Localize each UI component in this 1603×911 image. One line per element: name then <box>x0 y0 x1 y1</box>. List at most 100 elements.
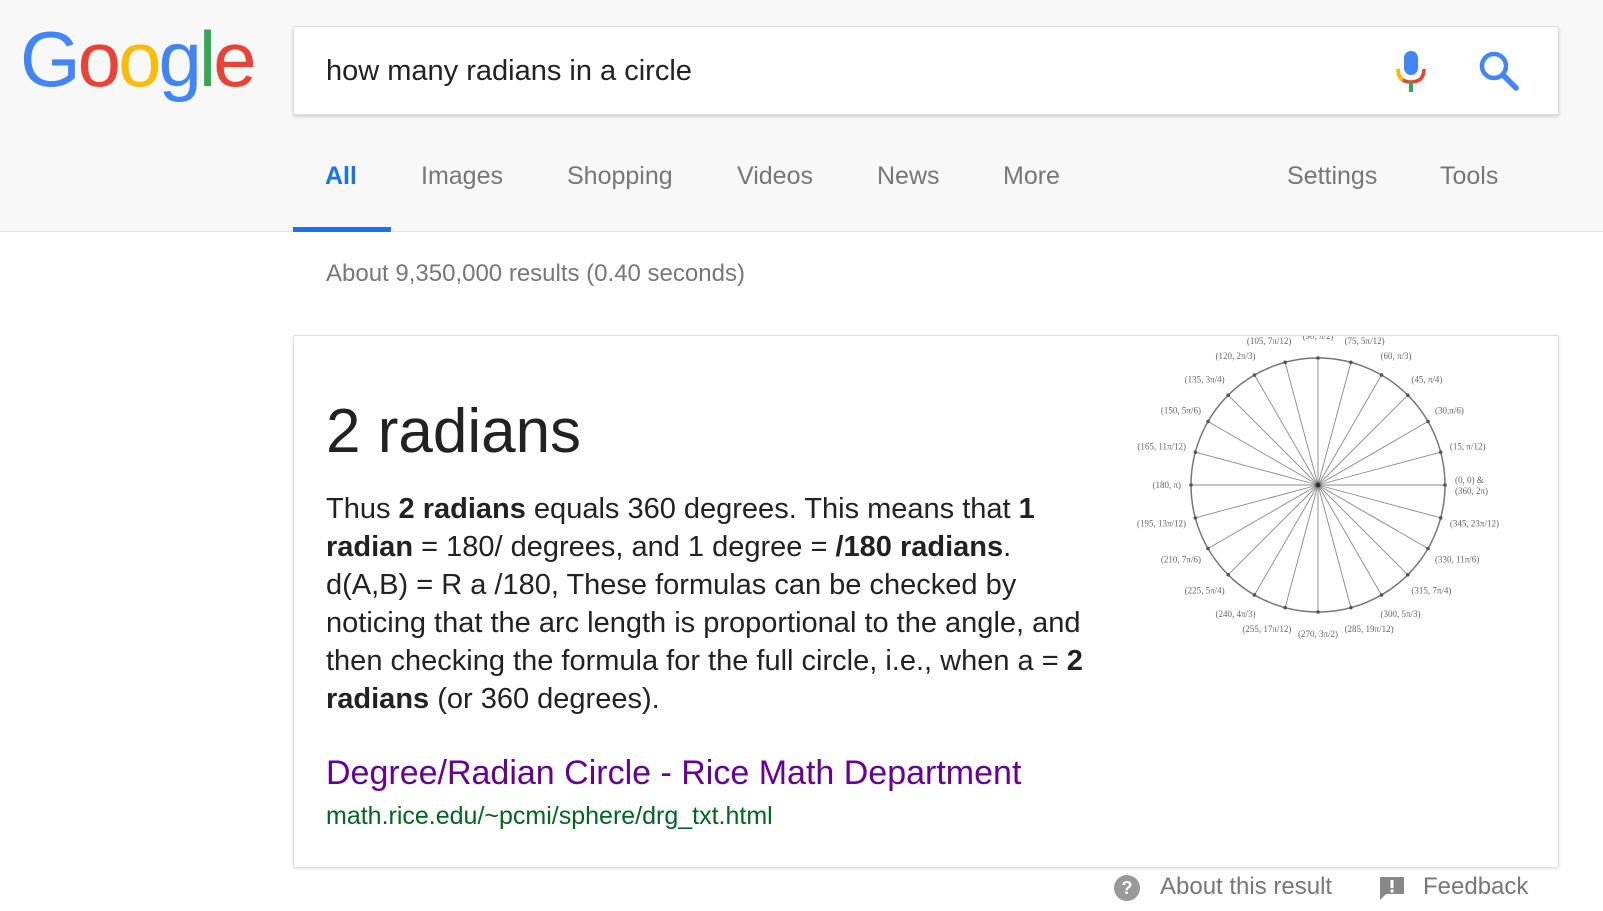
tab-images[interactable]: Images <box>421 160 503 232</box>
angle-label: (0, 0) & <box>1455 475 1484 485</box>
featured-answer: 2 radians <box>326 397 582 466</box>
radius-line <box>1227 484 1319 576</box>
radius-line <box>1207 484 1319 549</box>
result-title-link[interactable]: Degree/Radian Circle - Rice Math Departm… <box>326 754 1021 793</box>
radius-line <box>1317 484 1352 608</box>
circle-point <box>1193 450 1198 454</box>
logo-letter: o <box>77 15 121 103</box>
angle-label: (225, 5π/4) <box>1185 585 1225 595</box>
tab-news[interactable]: News <box>877 160 940 232</box>
circle-point <box>1252 593 1257 597</box>
about-this-result-label: About this result <box>1160 873 1333 900</box>
logo-letter: e <box>213 15 256 103</box>
circle-point <box>1443 483 1447 487</box>
tab-shopping[interactable]: Shopping <box>567 160 673 232</box>
circle-point <box>1193 516 1198 520</box>
angle-label: (195, 13π/12) <box>1137 519 1186 529</box>
search-icon[interactable] <box>1477 49 1521 93</box>
angle-label: (330, 11π/6) <box>1435 555 1479 565</box>
radius-line <box>1317 484 1429 549</box>
snippet-bold-part: 2 radians <box>398 493 526 525</box>
snippet-part: equals 360 degrees. This means that <box>525 493 1019 525</box>
angle-label: (315, 7π/4) <box>1411 585 1451 595</box>
circle-point <box>1316 610 1320 614</box>
tab-videos[interactable]: Videos <box>737 160 813 232</box>
circle-point <box>1283 605 1287 610</box>
snippet-text: Thus 2 radians equals 360 degrees. This … <box>326 490 1091 718</box>
angle-label: (345, 23π/12) <box>1450 519 1499 529</box>
center-point <box>1315 482 1321 488</box>
radius-line <box>1227 394 1319 486</box>
angle-label: (75, 5π/12) <box>1345 336 1385 346</box>
svg-text:?: ? <box>1122 878 1133 898</box>
angle-label: (120, 2π/3) <box>1215 351 1255 361</box>
tab-all[interactable]: All <box>325 160 357 232</box>
result-url: math.rice.edu/~pcmi/sphere/drg_txt.html <box>326 802 773 830</box>
circle-point <box>1349 605 1353 610</box>
snippet-bold-part: /180 radians <box>835 531 1004 563</box>
angle-label: (210, 7π/6) <box>1161 555 1201 565</box>
radius-line <box>1317 451 1441 486</box>
feedback-label: Feedback <box>1423 873 1529 900</box>
tab-more[interactable]: More <box>1003 160 1060 232</box>
logo-letter: l <box>198 15 216 103</box>
mic-icon[interactable] <box>1391 49 1431 95</box>
angle-label: (255, 17π/12) <box>1242 624 1291 634</box>
circle-point <box>1226 573 1230 577</box>
angle-label: (270, 3π/2) <box>1298 629 1338 639</box>
radius-line <box>1317 394 1409 486</box>
circle-point <box>1349 360 1353 365</box>
radius-line <box>1195 484 1319 519</box>
tab-tools[interactable]: Tools <box>1440 160 1498 232</box>
angle-label: (285, 19π/12) <box>1345 624 1394 634</box>
circle-point <box>1226 393 1230 397</box>
radius-line <box>1317 374 1382 486</box>
angle-label: (240, 4π/3) <box>1215 609 1255 619</box>
feedback-icon <box>1380 877 1404 900</box>
angle-label: (150, 5π/6) <box>1161 406 1201 416</box>
angle-label: (15, π/12) <box>1450 441 1486 451</box>
radius-line <box>1317 484 1382 596</box>
angle-label: (135, 3π/4) <box>1185 375 1225 385</box>
circle-point <box>1283 360 1287 365</box>
radius-line <box>1317 484 1441 519</box>
radius-line <box>1195 451 1319 486</box>
featured-snippet-card: 2 radians Thus 2 radians equals 360 degr… <box>293 335 1559 868</box>
logo-letter: G <box>20 15 81 103</box>
circle-point <box>1189 483 1193 487</box>
radius-line <box>1317 421 1429 486</box>
angle-label: (300, 5π/3) <box>1381 609 1421 619</box>
angle-label: (60, π/3) <box>1381 351 1412 361</box>
snippet-part: = 180/ degrees, and 1 degree = <box>413 531 836 563</box>
radius-line <box>1317 484 1409 576</box>
angle-label: (45, π/4) <box>1411 375 1442 385</box>
logo-letter: o <box>118 15 161 103</box>
radian-circle-diagram[interactable]: (0, 0) &(360, 2π) (15, π/12) (30,π/6) (45, … <box>1132 336 1552 656</box>
result-stats: About 9,350,000 results (0.40 seconds) <box>326 260 745 287</box>
search-input[interactable] <box>326 27 1326 116</box>
help-icon: ? <box>1114 875 1140 901</box>
radius-line <box>1317 362 1352 486</box>
circle-point <box>1426 546 1430 551</box>
circle-point <box>1406 573 1410 577</box>
angle-label: (180, π) <box>1152 480 1181 490</box>
snippet-part: (or 360 degrees). <box>429 683 660 715</box>
angle-label: (360, 2π) <box>1455 486 1488 496</box>
header: Google All Images Shopping Videos News M… <box>0 0 1603 232</box>
snippet-part: Thus <box>326 493 399 525</box>
radius-line <box>1284 362 1319 486</box>
circle-point <box>1438 450 1443 454</box>
circle-point <box>1206 546 1210 551</box>
radius-line <box>1284 484 1319 608</box>
angle-label: (105, 7π/12) <box>1247 336 1292 346</box>
radius-line <box>1254 484 1319 596</box>
google-logo[interactable]: Google <box>20 15 257 103</box>
circle-point <box>1206 419 1210 424</box>
angle-label: (165, 11π/12) <box>1137 441 1186 451</box>
circle-point <box>1426 419 1430 424</box>
logo-letter: g <box>158 15 201 103</box>
footer-links: ? About this result Feedback <box>0 868 1603 908</box>
circle-point <box>1406 393 1410 397</box>
tab-settings[interactable]: Settings <box>1287 160 1377 232</box>
active-tab-indicator <box>293 227 391 232</box>
